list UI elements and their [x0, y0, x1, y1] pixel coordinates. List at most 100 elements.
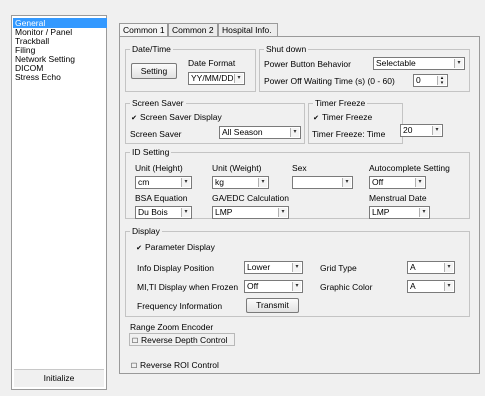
chevron-down-icon: ▾ [444, 263, 453, 272]
checkbox-unchecked-icon: ☐ [131, 338, 139, 345]
parameter-display-label: Parameter Display [145, 242, 215, 252]
unit-weight-label: Unit (Weight) [212, 163, 262, 173]
display-group: Display ✔ Parameter Display Info Display … [125, 226, 470, 317]
grid-type-label: Grid Type [320, 263, 357, 273]
ga-edc-select[interactable]: LMP ▾ [212, 206, 289, 219]
miti-value: Off [247, 281, 259, 291]
menstrual-date-label: Menstrual Date [369, 193, 427, 203]
timer-freeze-checkbox[interactable]: ✔ Timer Freeze [312, 112, 372, 124]
unit-weight-select[interactable]: kg ▾ [212, 176, 269, 189]
chevron-down-icon: ▾ [415, 178, 424, 187]
sidebar-item-stress-echo[interactable]: Stress Echo [13, 72, 107, 82]
checkbox-checked-icon: ✔ [131, 115, 137, 122]
timer-freeze-checkbox-label: Timer Freeze [322, 112, 373, 122]
power-off-wait-label: Power Off Waiting Time (s) (0 - 60) [264, 76, 395, 86]
timer-freeze-group-title: Timer Freeze [313, 98, 368, 108]
date-format-value: YY/MM/DD [191, 73, 234, 83]
tab-content-panel: Date/Time Setting Date Format YY/MM/DD ▾… [119, 36, 480, 374]
miti-label: MI,TI Display when Frozen [137, 282, 239, 292]
parameter-display-checkbox[interactable]: ✔ Parameter Display [135, 242, 215, 254]
id-setting-group: ID Setting Unit (Height) Unit (Weight) S… [125, 147, 470, 219]
chevron-down-icon: ▾ [444, 282, 453, 291]
settings-category-list[interactable]: General Monitor / Panel Trackball Filing… [11, 15, 107, 390]
reverse-depth-checkbox[interactable]: ☐ Reverse Depth Control [131, 335, 228, 347]
chevron-down-icon: ▾ [292, 263, 301, 272]
info-position-label: Info Display Position [137, 263, 215, 273]
date-format-select[interactable]: YY/MM/DD ▾ [188, 72, 245, 85]
reverse-roi-label: Reverse ROI Control [140, 360, 219, 370]
reverse-roi-checkbox[interactable]: ☐ Reverse ROI Control [130, 360, 219, 372]
chevron-down-icon: ▾ [234, 74, 243, 83]
info-position-select[interactable]: Lower ▾ [244, 261, 303, 274]
tab-hospital-info[interactable]: Hospital Info. [218, 23, 278, 36]
timer-freeze-time-value: 20 [403, 125, 413, 135]
unit-weight-value: kg [215, 177, 224, 187]
tab-common-1[interactable]: Common 1 [119, 23, 168, 37]
spin-down-icon[interactable]: ▾ [441, 80, 444, 86]
graphic-color-label: Graphic Color [320, 282, 373, 292]
graphic-color-value: A [410, 281, 416, 291]
range-zoom-title: Range Zoom Encoder [130, 322, 214, 332]
chevron-down-icon: ▾ [432, 126, 441, 135]
transmit-button[interactable]: Transmit [246, 298, 299, 313]
autocomplete-value: Off [372, 177, 384, 187]
unit-height-label: Unit (Height) [135, 163, 183, 173]
chevron-down-icon: ▾ [258, 178, 267, 187]
bsa-select[interactable]: Du Bois ▾ [135, 206, 192, 219]
bsa-value: Du Bois [138, 207, 168, 217]
power-off-wait-value: 0 [416, 75, 421, 85]
chevron-down-icon: ▾ [181, 208, 190, 217]
frequency-info-label: Frequency Information [137, 301, 223, 311]
bsa-label: BSA Equation [135, 193, 188, 203]
reverse-depth-frame: ☐ Reverse Depth Control [129, 333, 235, 346]
miti-select[interactable]: Off ▾ [244, 280, 303, 293]
sex-label: Sex [292, 163, 307, 173]
timer-freeze-group: Timer Freeze ✔ Timer Freeze Timer Freeze:… [308, 98, 403, 144]
screen-saver-display-checkbox[interactable]: ✔ Screen Saver Display [130, 112, 222, 124]
grid-type-select[interactable]: A ▾ [407, 261, 455, 274]
chevron-down-icon: ▾ [278, 208, 287, 217]
screen-saver-select[interactable]: All Season ▾ [219, 126, 301, 139]
chevron-down-icon: ▾ [454, 59, 463, 68]
autocomplete-select[interactable]: Off ▾ [369, 176, 426, 189]
screen-saver-display-label: Screen Saver Display [140, 112, 222, 122]
info-position-value: Lower [247, 262, 271, 272]
chevron-down-icon: ▾ [419, 208, 428, 217]
datetime-group: Date/Time Setting Date Format YY/MM/DD ▾ [125, 44, 256, 92]
sex-select[interactable]: ▾ [292, 176, 353, 189]
unit-height-value: cm [138, 177, 150, 187]
checkbox-unchecked-icon: ☐ [130, 363, 138, 370]
shutdown-group: Shut down Power Button Behavior Selectab… [259, 44, 470, 92]
power-button-label: Power Button Behavior [264, 59, 351, 69]
timer-freeze-time-label: Timer Freeze: Time [312, 129, 386, 139]
chevron-down-icon: ▾ [181, 178, 190, 187]
screen-saver-group: Screen Saver ✔ Screen Saver Display Scree… [125, 98, 305, 144]
screen-saver-label: Screen Saver [130, 129, 182, 139]
reverse-depth-label: Reverse Depth Control [141, 335, 228, 345]
spin-arrows-icon[interactable]: ▴ ▾ [437, 76, 446, 85]
graphic-color-select[interactable]: A ▾ [407, 280, 455, 293]
screen-saver-value: All Season [222, 127, 263, 137]
power-button-select[interactable]: Selectable ▾ [373, 57, 465, 70]
chevron-down-icon: ▾ [292, 282, 301, 291]
autocomplete-label: Autocomplete Setting [369, 163, 450, 173]
power-button-value: Selectable [376, 58, 416, 68]
display-group-title: Display [130, 226, 162, 236]
timer-freeze-time-select[interactable]: 20 ▾ [400, 124, 443, 137]
chevron-down-icon: ▾ [342, 178, 351, 187]
ga-edc-label: GA/EDC Calculation [212, 193, 290, 203]
unit-height-select[interactable]: cm ▾ [135, 176, 192, 189]
checkbox-checked-icon: ✔ [136, 245, 142, 252]
grid-type-value: A [410, 262, 416, 272]
ga-edc-value: LMP [215, 207, 233, 217]
date-format-label: Date Format [188, 58, 236, 68]
checkbox-checked-icon: ✔ [313, 115, 319, 122]
menstrual-date-value: LMP [372, 207, 390, 217]
datetime-setting-button[interactable]: Setting [131, 63, 177, 79]
id-setting-group-title: ID Setting [130, 147, 172, 157]
initialize-button[interactable]: Initialize [14, 369, 104, 387]
menstrual-date-select[interactable]: LMP ▾ [369, 206, 430, 219]
tab-common-2[interactable]: Common 2 [168, 23, 218, 36]
power-off-wait-stepper[interactable]: 0 ▴ ▾ [413, 74, 448, 87]
shutdown-group-title: Shut down [264, 44, 309, 54]
